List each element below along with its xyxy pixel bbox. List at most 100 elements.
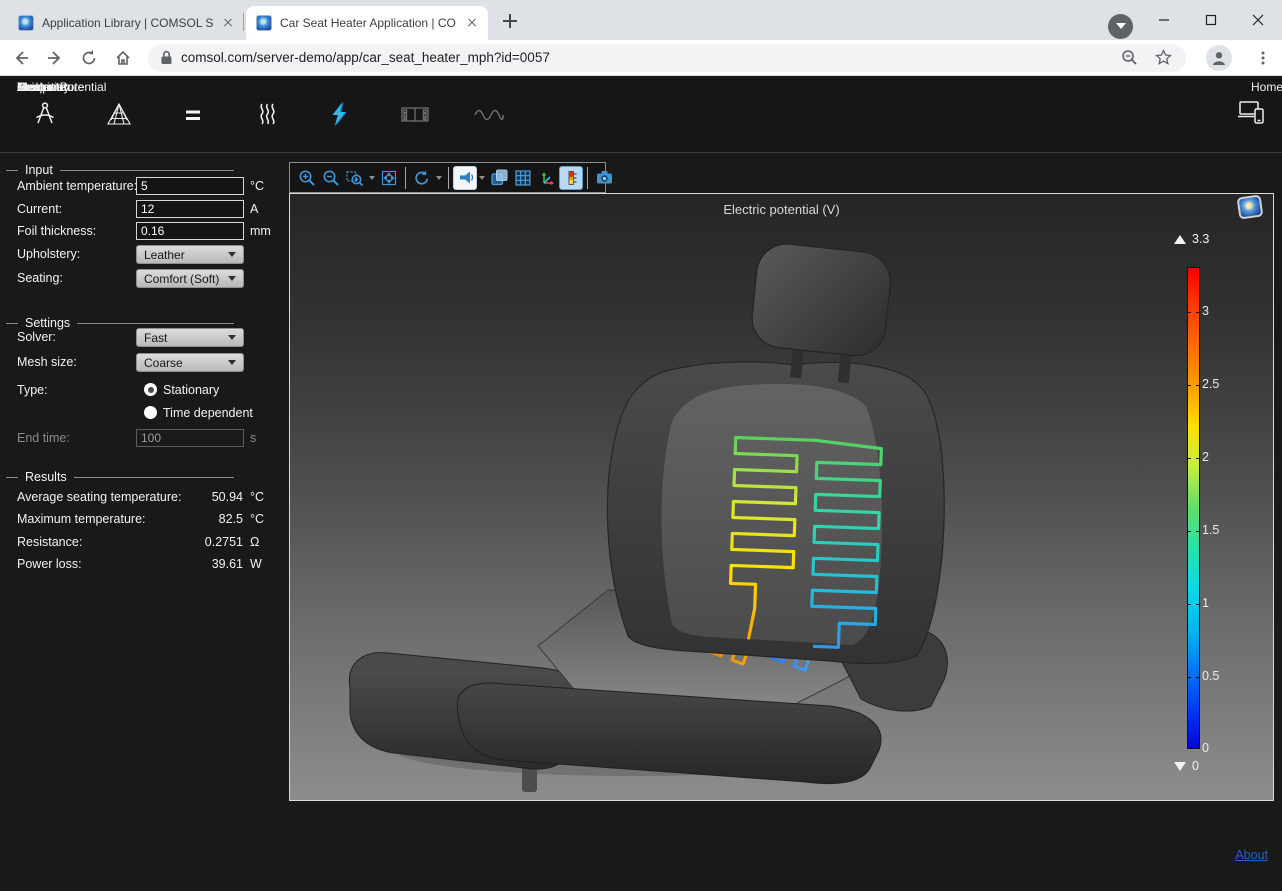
- home-icon[interactable]: [110, 45, 136, 71]
- window-close-button[interactable]: [1235, 0, 1281, 40]
- transparency-button[interactable]: [487, 166, 511, 190]
- mesh-triangle-icon: [104, 98, 134, 132]
- result-resistance-row: Resistance: 0.2751 Ω: [0, 535, 288, 553]
- time-dependent-radio[interactable]: [144, 406, 157, 419]
- probes-wave-icon: [472, 98, 506, 132]
- zoom-out-icon: [322, 169, 340, 187]
- zoom-box-dropdown-icon[interactable]: [367, 166, 377, 190]
- headrest: [749, 241, 893, 358]
- new-tab-button[interactable]: [498, 9, 522, 33]
- color-legend-button[interactable]: [559, 166, 583, 190]
- car-seat-3d-model: [290, 194, 1273, 800]
- zoom-extents-button[interactable]: [377, 166, 401, 190]
- legend-tick: 0.5: [1202, 669, 1242, 683]
- tab-divider: [243, 13, 244, 31]
- electric-potential-bolt-icon: [326, 98, 356, 132]
- zoom-in-button[interactable]: [295, 166, 319, 190]
- ribbon-animation-button: Animation: [386, 98, 444, 132]
- graphics-canvas[interactable]: Electric potential (V): [289, 193, 1274, 801]
- tab-title: Car Seat Heater Application | CO: [280, 16, 458, 30]
- toolbar-separator: [405, 167, 406, 189]
- comsol-favicon: [256, 15, 272, 31]
- ribbon-home-button[interactable]: Home: [1234, 77, 1268, 152]
- snapshot-button[interactable]: [592, 166, 616, 190]
- compute-equals-icon: [178, 98, 208, 132]
- foil-thickness-field[interactable]: [136, 222, 244, 240]
- ribbon-compute-button[interactable]: Compute: [164, 98, 222, 132]
- legend-tick: 0: [1202, 741, 1242, 755]
- scene-light-button[interactable]: [453, 166, 477, 190]
- app-ribbon: Geometry Mesh Compute Temperature Electr…: [0, 77, 1282, 152]
- current-field[interactable]: [136, 200, 244, 218]
- about-link[interactable]: About: [1235, 848, 1268, 862]
- results-section-header: Results: [6, 470, 234, 484]
- upholstery-dropdown[interactable]: Leather: [136, 245, 244, 264]
- address-bar[interactable]: comsol.com/server-demo/app/car_seat_heat…: [148, 44, 1186, 72]
- sidebar-form: Input Ambient temperature: °C Current: A…: [0, 153, 288, 891]
- tab-application-library[interactable]: Application Library | COMSOL Se: [8, 6, 244, 40]
- legend-min-marker: 0: [1174, 759, 1199, 773]
- seating-row: Seating: Comfort (Soft): [0, 269, 288, 289]
- profile-avatar[interactable]: [1206, 45, 1232, 71]
- solver-dropdown[interactable]: Fast: [136, 328, 244, 347]
- ambient-temperature-field[interactable]: [136, 177, 244, 195]
- seating-dropdown[interactable]: Comfort (Soft): [136, 269, 244, 288]
- url-text: comsol.com/server-demo/app/car_seat_heat…: [181, 50, 1108, 65]
- animation-film-icon: [399, 98, 431, 132]
- zoom-indicator-icon[interactable]: [1116, 45, 1142, 71]
- zoom-box-button[interactable]: [343, 166, 367, 190]
- zoom-extents-icon: [380, 169, 398, 187]
- ribbon-mesh-button[interactable]: Mesh: [90, 98, 148, 132]
- backrest-center-panel: [662, 384, 883, 645]
- chevron-down-icon: [228, 335, 236, 340]
- grid-icon: [514, 169, 532, 187]
- end-time-field: [136, 429, 244, 447]
- back-icon[interactable]: [8, 45, 34, 71]
- rotate-dropdown-icon[interactable]: [434, 166, 444, 190]
- temperature-waves-icon: [252, 98, 282, 132]
- input-section-header: Input: [6, 163, 234, 177]
- window-minimize-button[interactable]: [1141, 0, 1187, 40]
- legend-tick: 1.5: [1202, 523, 1242, 537]
- type-row: Type: Stationary Time dependent: [0, 381, 288, 425]
- rotate-view-button[interactable]: [410, 166, 434, 190]
- scene-light-dropdown-icon[interactable]: [477, 166, 487, 190]
- result-power-loss-row: Power loss: 39.61 W: [0, 557, 288, 575]
- tab-title: Application Library | COMSOL Se: [42, 16, 214, 30]
- legend-tick: 3: [1202, 304, 1242, 318]
- legend-tick: 1: [1202, 596, 1242, 610]
- comsol-favicon: [18, 15, 34, 31]
- tab-car-seat-heater[interactable]: Car Seat Heater Application | CO: [246, 6, 488, 40]
- result-max-temp-row: Maximum temperature: 82.5 °C: [0, 512, 288, 530]
- ribbon-probes-button: Probes: [460, 98, 518, 132]
- zoom-out-button[interactable]: [319, 166, 343, 190]
- chevron-down-icon: [228, 360, 236, 365]
- stationary-radio[interactable]: [144, 383, 157, 396]
- tab-search-button[interactable]: [1108, 14, 1133, 39]
- current-row: Current: A: [0, 200, 288, 220]
- legend-max-arrow-icon: [1174, 235, 1186, 244]
- end-time-row: End time: s: [0, 429, 288, 449]
- ribbon-electric-potential-button[interactable]: Electric Potential: [312, 98, 370, 132]
- zoom-box-icon: [346, 169, 364, 187]
- tab-close-icon[interactable]: [220, 15, 236, 31]
- forward-icon[interactable]: [42, 45, 68, 71]
- chevron-down-icon: [228, 252, 236, 257]
- mesh-size-dropdown[interactable]: Coarse: [136, 353, 244, 372]
- grid-button[interactable]: [511, 166, 535, 190]
- bookmark-star-icon[interactable]: [1150, 45, 1176, 71]
- reload-icon[interactable]: [76, 45, 102, 71]
- axes-button[interactable]: [535, 166, 559, 190]
- window-maximize-button[interactable]: [1188, 0, 1234, 40]
- ambient-temperature-row: Ambient temperature: °C: [0, 177, 288, 197]
- legend-tick: 2.5: [1202, 377, 1242, 391]
- ribbon-geometry-button[interactable]: Geometry: [16, 98, 74, 132]
- geometry-compass-icon: [30, 98, 60, 132]
- tab-close-icon[interactable]: [464, 15, 480, 31]
- browser-menu-icon[interactable]: [1250, 45, 1276, 71]
- axes-icon: [538, 169, 556, 187]
- rotate-icon: [413, 169, 431, 187]
- ribbon-temperature-button[interactable]: Temperature: [238, 98, 296, 132]
- result-avg-temp-row: Average seating temperature: 50.94 °C: [0, 490, 288, 508]
- toolbar-separator: [448, 167, 449, 189]
